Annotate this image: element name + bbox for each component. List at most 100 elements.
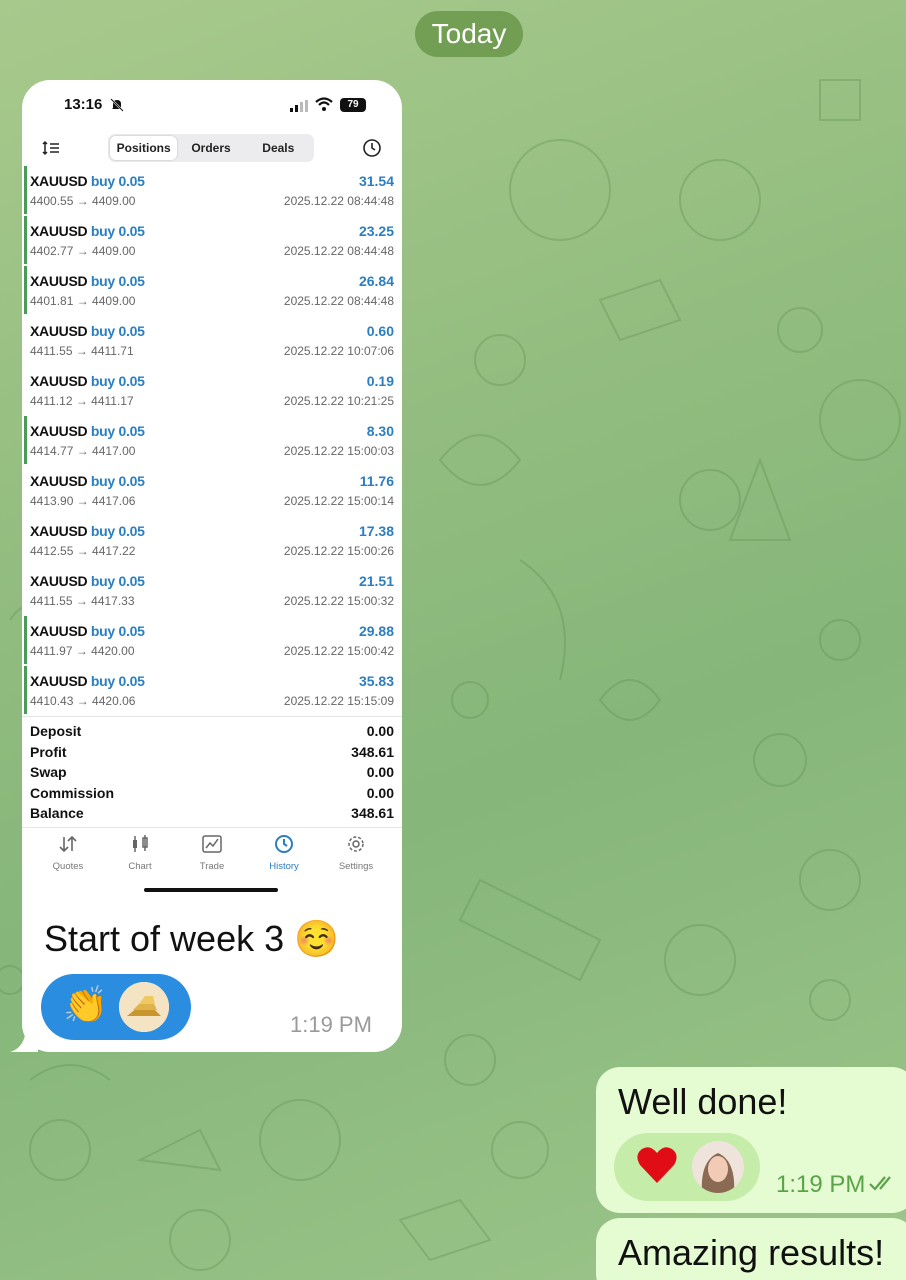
woman-avatar-image [692,1141,744,1193]
position-symbol: XAUUSD buy 0.05 [30,423,145,439]
position-symbol: XAUUSD buy 0.05 [30,273,145,289]
position-row[interactable]: XAUUSD buy 0.05 4410.43 → 4420.06 35.83 202… [22,666,402,716]
nav-trade[interactable]: Trade [182,828,242,877]
position-row[interactable]: XAUUSD buy 0.05 4400.55 → 4409.00 31.54 202… [22,166,402,216]
nav-history-label: History [269,861,299,872]
position-marker [24,666,27,714]
summary-value: 348.61 [351,743,394,760]
date-separator: Today [415,11,523,57]
outgoing-message-text: Well done! [618,1081,788,1122]
position-row[interactable]: XAUUSD buy 0.05 4401.81 → 4409.00 26.84 202… [22,266,402,316]
position-prices: 4411.55 → 4411.71 [30,344,134,358]
position-time: 2025.12.22 15:00:03 [283,444,394,458]
outgoing-message-time: 1:19 PM [776,1171,866,1198]
position-row[interactable]: XAUUSD buy 0.05 4411.55 → 4417.33 21.51 202… [22,566,402,616]
position-marker [24,616,27,664]
position-time: 2025.12.22 15:15:09 [283,694,394,708]
position-row[interactable]: XAUUSD buy 0.05 4411.55 → 4411.71 0.60 2025… [22,316,402,366]
position-direction: buy 0.05 [90,523,145,539]
sort-icon[interactable] [42,140,60,156]
history-icon [275,835,293,853]
summary-label: Swap [30,764,67,780]
position-prices: 4413.90 → 4417.06 [30,494,136,508]
position-prices: 4401.81 → 4409.00 [30,294,136,308]
clock-icon[interactable] [362,138,382,158]
position-direction: buy 0.05 [90,223,145,239]
position-row[interactable]: XAUUSD buy 0.05 4411.97 → 4420.00 29.88 202… [22,616,402,666]
position-profit: 23.25 [358,223,394,239]
position-symbol: XAUUSD buy 0.05 [30,673,145,689]
position-time: 2025.12.22 10:21:25 [283,394,394,408]
nav-quotes-label: Quotes [52,861,84,872]
nav-settings-label: Settings [338,861,374,872]
summary-value: 0.00 [366,723,394,739]
outgoing-message-bubble[interactable]: Well done! 1:19 PM [596,1067,906,1213]
position-row[interactable]: XAUUSD buy 0.05 4411.12 → 4411.17 0.19 2025… [22,366,402,416]
incoming-message-bubble[interactable]: 13:16 79 Positions Orders Deals XAUUSD b… [22,80,402,1052]
summary-row: Profit 348.61 [22,744,402,765]
trade-icon [202,835,222,853]
reactor-avatar[interactable] [692,1141,744,1193]
position-direction: buy 0.05 [90,473,145,489]
settings-icon [348,836,364,852]
position-direction: buy 0.05 [90,273,145,289]
message-caption: Start of week 3 ☺️ [44,918,339,959]
position-row[interactable]: XAUUSD buy 0.05 4412.55 → 4417.22 17.38 202… [22,516,402,566]
quotes-icon [59,835,77,853]
position-symbol: XAUUSD buy 0.05 [30,523,145,539]
position-profit: 8.30 [366,423,394,439]
position-prices: 4412.55 → 4417.22 [30,544,136,558]
position-prices: 4414.77 → 4417.00 [30,444,136,458]
reactor-avatar[interactable] [119,982,169,1032]
position-time: 2025.12.22 10:07:06 [283,344,394,358]
tab-deals[interactable]: Deals [245,136,312,160]
position-symbol: XAUUSD buy 0.05 [30,223,145,239]
clap-emoji: 👏 [63,984,108,1025]
position-marker [24,166,27,214]
position-marker [24,216,27,264]
position-profit: 26.84 [358,273,394,289]
outgoing-message-bubble-2[interactable]: Amazing results! [596,1218,906,1280]
position-profit: 0.19 [366,373,394,389]
nav-history[interactable]: History [254,828,314,877]
summary-label: Deposit [30,723,82,739]
positions-list: XAUUSD buy 0.05 4400.55 → 4409.00 31.54 202… [22,166,402,716]
summary-label: Balance [30,805,84,821]
position-time: 2025.12.22 15:00:42 [283,644,394,658]
position-symbol: XAUUSD buy 0.05 [30,573,145,589]
bottom-nav: Quotes Chart Trade History Settings [22,827,402,877]
position-marker [24,416,27,464]
position-row[interactable]: XAUUSD buy 0.05 4414.77 → 4417.00 8.30 2025… [22,416,402,466]
heart-icon [637,1147,677,1183]
nav-chart[interactable]: Chart [110,828,170,877]
outgoing-reaction[interactable] [614,1133,760,1201]
status-time: 13:16 [64,96,103,113]
double-check-icon [869,1176,891,1191]
gold-bars-avatar-image [119,982,169,1032]
wifi-icon [315,97,333,111]
bell-off-icon [110,98,124,112]
position-time: 2025.12.22 15:00:14 [283,494,394,508]
nav-settings[interactable]: Settings [326,828,386,877]
summary-label: Profit [30,743,67,760]
tab-positions[interactable]: Positions [110,136,178,160]
tab-orders[interactable]: Orders [177,136,244,160]
position-time: 2025.12.22 08:44:48 [283,194,394,208]
message-reaction[interactable]: 👏 [41,974,191,1040]
position-time: 2025.12.22 15:00:32 [283,594,394,608]
nav-trade-label: Trade [199,861,225,872]
summary-value: 0.00 [366,764,394,780]
summary-row: Commission 0.00 [22,785,402,806]
position-row[interactable]: XAUUSD buy 0.05 4413.90 → 4417.06 11.76 202… [22,466,402,516]
position-symbol: XAUUSD buy 0.05 [30,323,145,339]
position-direction: buy 0.05 [90,173,145,189]
position-profit: 35.83 [358,673,394,689]
summary-row: Balance 348.61 [22,805,402,826]
position-symbol: XAUUSD buy 0.05 [30,173,145,189]
position-profit: 21.51 [358,573,394,589]
position-row[interactable]: XAUUSD buy 0.05 4402.77 → 4409.00 23.25 202… [22,216,402,266]
nav-quotes[interactable]: Quotes [38,828,98,877]
position-direction: buy 0.05 [90,423,145,439]
position-symbol: XAUUSD buy 0.05 [30,373,145,389]
position-time: 2025.12.22 08:44:48 [283,244,394,258]
